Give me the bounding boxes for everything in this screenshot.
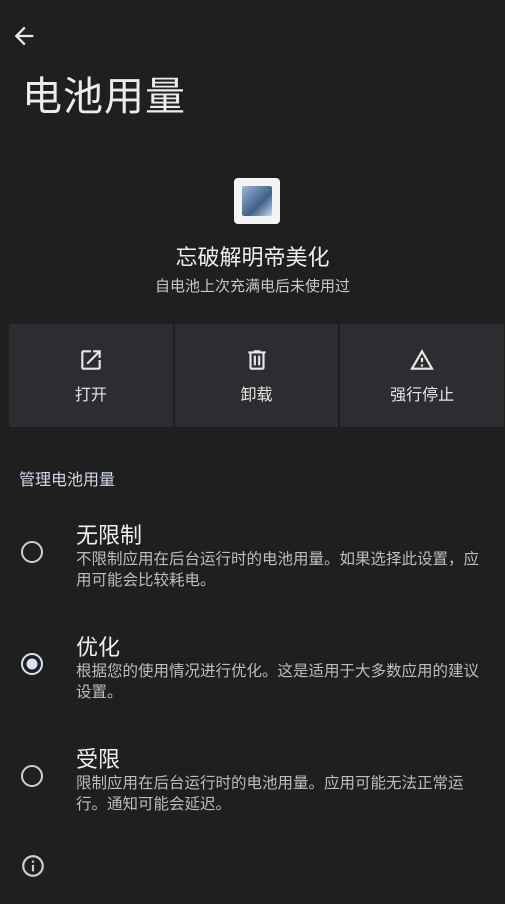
option-description: 根据您的使用情况进行优化。这是适用于大多数应用的建议设置。 [76,662,480,701]
option-title: 无限制 [76,524,143,549]
option-restricted[interactable]: 受限 限制应用在后台运行时的电池用量。应用可能无法正常运行。通知可能会延迟。 [0,736,505,826]
uninstall-button[interactable]: 卸载 [174,324,339,427]
force-stop-button-label: 强行停止 [390,384,455,404]
uninstall-button-label: 卸载 [240,384,273,404]
info-icon [22,855,44,877]
trash-icon [247,349,266,370]
open-button[interactable]: 打开 [9,324,173,427]
radio-unselected-icon[interactable] [20,540,44,564]
action-bar: 打开 卸载 强行停止 [9,324,505,427]
back-arrow-icon[interactable] [10,22,38,50]
warning-icon [410,348,435,370]
open-external-icon [81,349,101,370]
app-icon [234,178,280,224]
page-title: 电池用量 [22,74,186,120]
open-button-label: 打开 [74,384,107,404]
option-title: 受限 [76,748,121,773]
option-unrestricted[interactable]: 无限制 不限制应用在后台运行时的电池用量。如果选择此设置，应用可能会比较耗电。 [0,512,505,602]
option-title: 优化 [76,636,121,661]
app-name: 忘破解明帝美化 [175,246,330,271]
option-description: 限制应用在后台运行时的电池用量。应用可能无法正常运行。通知可能会延迟。 [76,774,464,813]
force-stop-button[interactable]: 强行停止 [340,324,505,427]
section-header-manage-battery: 管理电池用量 [19,470,116,489]
option-optimized[interactable]: 优化 根据您的使用情况进行优化。这是适用于大多数应用的建议设置。 [0,624,505,714]
radio-unselected-icon[interactable] [20,764,44,788]
app-usage-summary: 自电池上次充满电后未使用过 [154,277,350,295]
radio-selected-icon[interactable] [20,652,44,676]
option-description: 不限制应用在后台运行时的电池用量。如果选择此设置，应用可能会比较耗电。 [76,550,480,589]
